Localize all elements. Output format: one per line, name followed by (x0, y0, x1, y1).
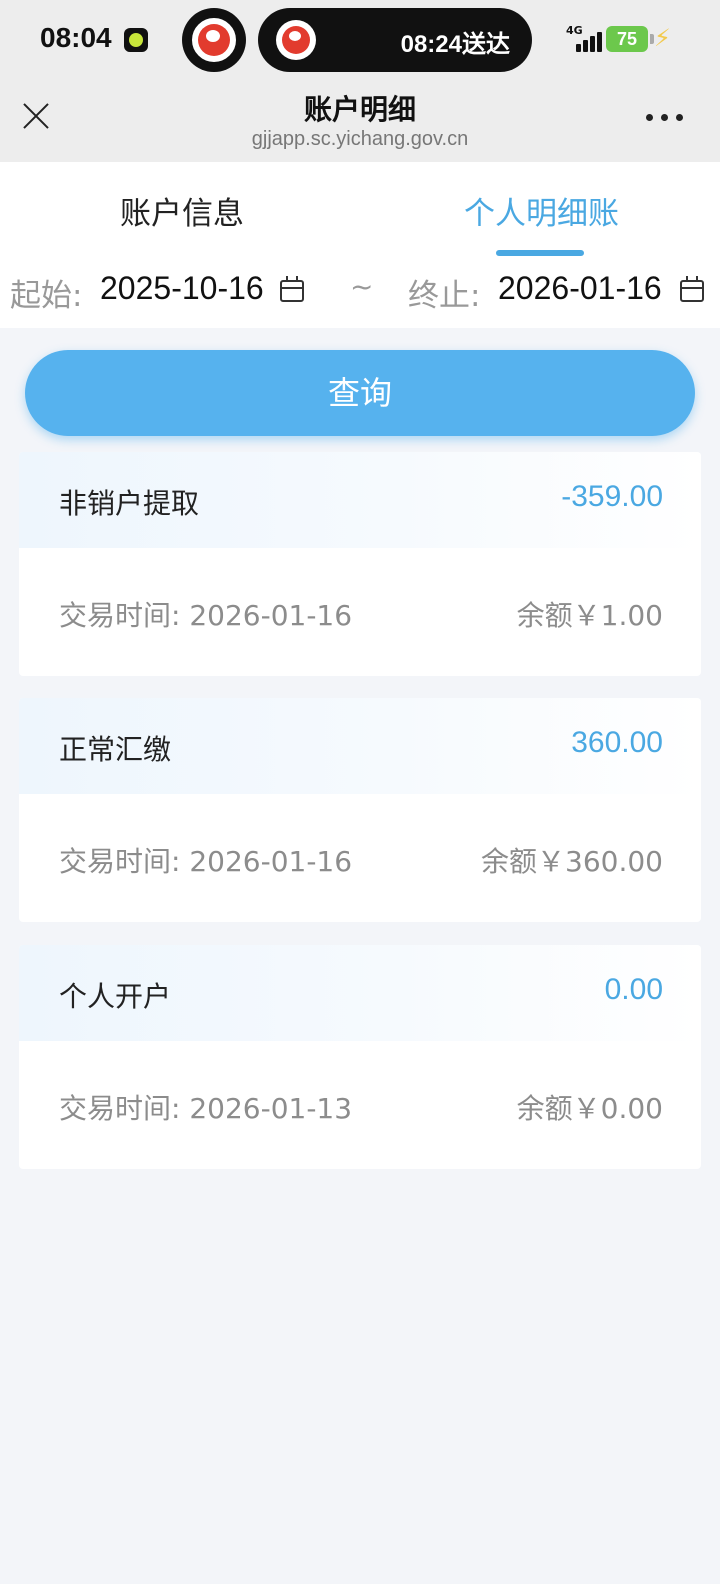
network-type-label: 4G (566, 24, 583, 37)
status-bar: 08:04 08:24送达 4G 75 ⚡ (0, 0, 720, 80)
transaction-amount: -359.00 (561, 480, 663, 513)
transaction-balance: 余额￥0.00 (516, 1092, 663, 1125)
charging-bolt-icon: ⚡ (654, 24, 671, 52)
query-button[interactable]: 查询 (25, 350, 695, 436)
transaction-type: 正常汇缴 (59, 733, 172, 766)
page-url: gjjapp.sc.yichang.gov.cn (251, 128, 469, 150)
cellular-signal-icon: 4G (566, 24, 602, 54)
nav-bar: 账户明细 gjjapp.sc.yichang.gov.cn (0, 80, 720, 162)
transaction-date: 交易时间: 2026-01-16 (59, 599, 353, 632)
delivery-live-activity[interactable]: 08:24送达 (258, 8, 532, 72)
transaction-card[interactable]: 个人开户 0.00 交易时间: 2026-01-13 余额￥0.00 (19, 945, 701, 1169)
start-date-field[interactable]: 2025-10-16 (100, 270, 264, 307)
date-range-filter: 起始: 2025-10-16 ~ 终止: 2026-01-16 (0, 258, 720, 328)
end-date-field[interactable]: 2026-01-16 (498, 270, 662, 307)
battery-icon: 75 (606, 26, 654, 52)
tab-personal-ledger[interactable]: 个人明细账 (464, 188, 619, 233)
transaction-balance: 余额￥1.00 (516, 599, 663, 632)
date-separator: ~ (350, 270, 374, 303)
tab-bar: 账户信息 个人明细账 (0, 162, 720, 258)
transaction-balance: 余额￥360.00 (481, 845, 663, 878)
transaction-card[interactable]: 非销户提取 -359.00 交易时间: 2026-01-16 余额￥1.00 (19, 452, 701, 676)
recording-indicator-icon (124, 28, 148, 52)
delivery-rider-icon (276, 20, 316, 60)
transaction-date: 交易时间: 2026-01-16 (59, 845, 353, 878)
tab-account-info[interactable]: 账户信息 (120, 188, 244, 233)
start-calendar-icon[interactable] (280, 276, 304, 302)
active-tab-indicator (496, 250, 584, 256)
transaction-amount: 360.00 (571, 726, 663, 759)
more-options-icon[interactable] (646, 114, 686, 124)
end-date-label: 终止: (408, 278, 481, 314)
transaction-amount: 0.00 (604, 973, 663, 1006)
delivery-eta-text: 08:24送达 (400, 31, 510, 58)
transaction-date: 交易时间: 2026-01-13 (59, 1092, 353, 1125)
start-date-label: 起始: (10, 278, 83, 314)
page-title: 账户明细 (303, 93, 416, 126)
transaction-type: 非销户提取 (59, 487, 200, 520)
transaction-type: 个人开户 (59, 980, 172, 1013)
status-time: 08:04 (40, 22, 112, 53)
delivery-app-avatar-icon[interactable] (182, 8, 246, 72)
transaction-card[interactable]: 正常汇缴 360.00 交易时间: 2026-01-16 余额￥360.00 (19, 698, 701, 922)
end-calendar-icon[interactable] (680, 276, 704, 302)
